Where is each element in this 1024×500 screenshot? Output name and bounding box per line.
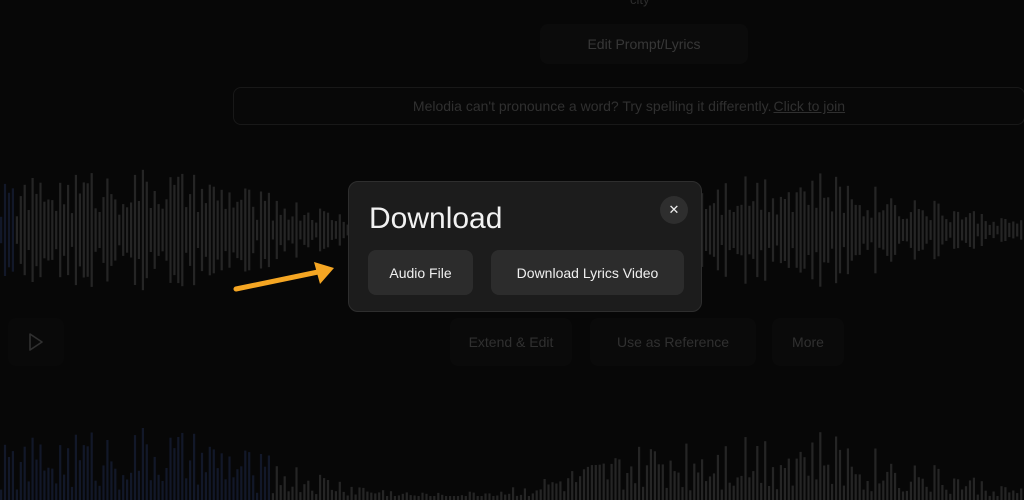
download-modal: Download ✕ Audio File Download Lyrics Vi… xyxy=(348,181,702,312)
audio-file-button[interactable]: Audio File xyxy=(368,250,473,295)
download-lyrics-video-button[interactable]: Download Lyrics Video xyxy=(491,250,684,295)
close-button[interactable]: ✕ xyxy=(660,196,688,224)
close-icon: ✕ xyxy=(668,202,680,217)
modal-title: Download xyxy=(369,202,503,235)
arrow-icon xyxy=(233,262,334,292)
